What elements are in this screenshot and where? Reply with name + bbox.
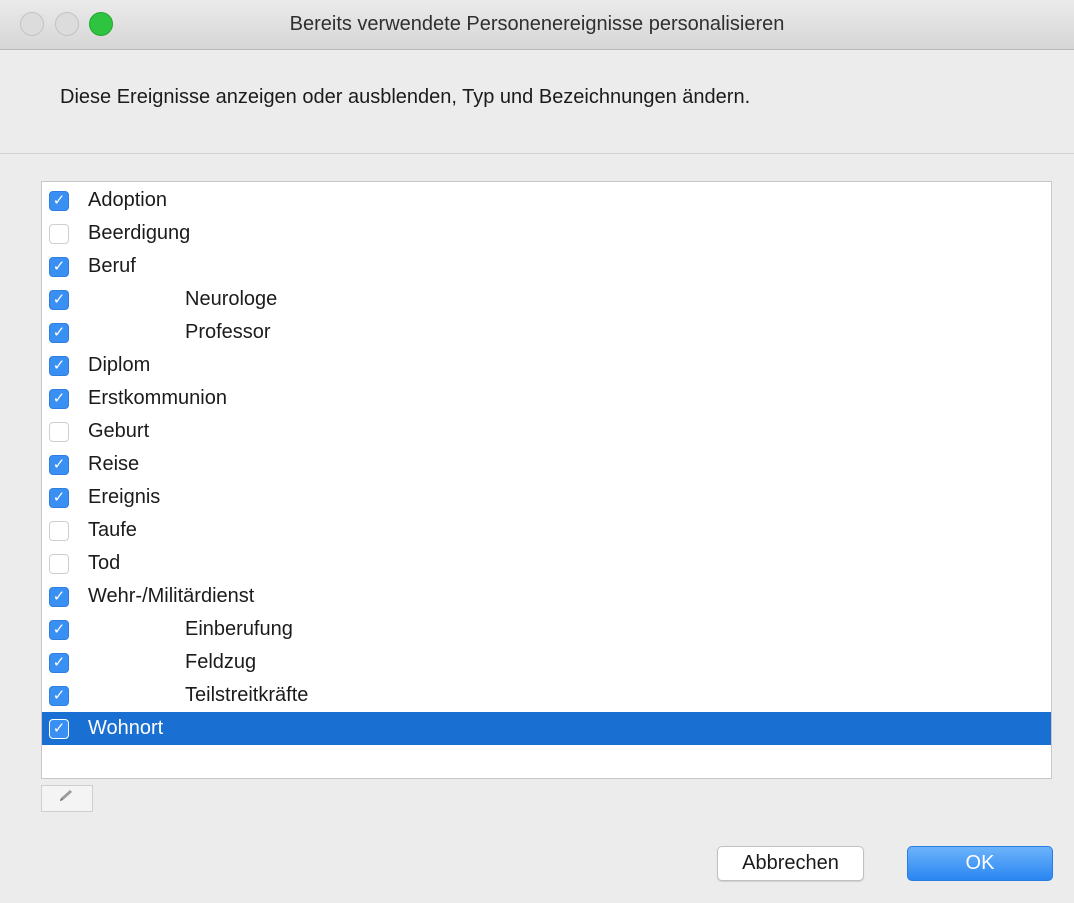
event-label: Beruf [88, 255, 136, 277]
event-checkbox[interactable]: ✓ [49, 487, 69, 508]
event-checkbox[interactable] [49, 553, 69, 574]
event-label: Wohnort [88, 717, 164, 739]
event-checkbox[interactable] [49, 421, 69, 442]
ok-button[interactable]: OK [907, 846, 1053, 881]
event-label: Diplom [88, 354, 151, 376]
event-checkbox[interactable]: ✓ [49, 454, 69, 475]
event-label: Neurologe [185, 288, 278, 310]
event-list[interactable]: ✓ Adoption Beerdigung ✓ Beruf ✓ Neurologe ✓ Prof… [41, 181, 1052, 779]
event-label: Tod [88, 552, 121, 574]
event-row[interactable]: ✓ Erstkommunion [42, 382, 1051, 415]
event-label: Erstkommunion [88, 387, 227, 409]
event-row[interactable]: ✓ Professor [42, 316, 1051, 349]
event-row[interactable]: Taufe [42, 514, 1051, 547]
cancel-button[interactable]: Abbrechen [717, 846, 864, 881]
event-label: Adoption [88, 189, 167, 211]
event-row[interactable]: ✓ Neurologe [42, 283, 1051, 316]
event-checkbox[interactable]: ✓ [49, 256, 69, 277]
pencil-icon [57, 788, 77, 809]
event-row[interactable]: Beerdigung [42, 217, 1051, 250]
event-checkbox[interactable]: ✓ [49, 619, 69, 640]
event-label: Wehr-/Militärdienst [88, 585, 255, 607]
title-bar: Bereits verwendete Personenereignisse pe… [0, 0, 1074, 50]
event-checkbox[interactable]: ✓ [49, 190, 69, 211]
event-checkbox[interactable] [49, 520, 69, 541]
description-text: Diese Ereignisse anzeigen oder ausblende… [60, 86, 751, 108]
event-checkbox[interactable]: ✓ [49, 586, 69, 607]
event-checkbox[interactable] [49, 223, 69, 244]
event-checkbox[interactable]: ✓ [49, 685, 69, 706]
event-row[interactable]: Tod [42, 547, 1051, 580]
event-row[interactable]: ✓ Diplom [42, 349, 1051, 382]
event-row[interactable]: ✓ Ereignis [42, 481, 1051, 514]
event-label: Professor [185, 321, 271, 343]
edit-button[interactable] [41, 785, 93, 812]
event-row[interactable]: Geburt [42, 415, 1051, 448]
event-label: Reise [88, 453, 140, 475]
event-row[interactable]: ✓ Wehr-/Militärdienst [42, 580, 1051, 613]
event-checkbox[interactable]: ✓ [49, 652, 69, 673]
event-checkbox[interactable]: ✓ [49, 289, 69, 310]
header-area: Diese Ereignisse anzeigen oder ausblende… [0, 50, 1074, 154]
event-row[interactable]: ✓ Feldzug [42, 646, 1051, 679]
event-checkbox[interactable]: ✓ [49, 718, 69, 739]
event-label: Einberufung [185, 618, 293, 640]
event-label: Ereignis [88, 486, 161, 508]
event-label: Geburt [88, 420, 150, 442]
event-label: Beerdigung [88, 222, 191, 244]
event-row[interactable]: ✓ Teilstreitkräfte [42, 679, 1051, 712]
event-checkbox[interactable]: ✓ [49, 388, 69, 409]
event-row[interactable]: ✓ Beruf [42, 250, 1051, 283]
event-row[interactable]: ✓ Wohnort [42, 712, 1051, 745]
event-row[interactable]: ✓ Reise [42, 448, 1051, 481]
event-label: Taufe [88, 519, 137, 541]
window-title: Bereits verwendete Personenereignisse pe… [289, 13, 785, 35]
event-checkbox[interactable]: ✓ [49, 355, 69, 376]
event-checkbox[interactable]: ✓ [49, 322, 69, 343]
event-label: Feldzug [185, 651, 257, 673]
event-label: Teilstreitkräfte [185, 684, 309, 706]
event-row[interactable]: ✓ Adoption [42, 184, 1051, 217]
event-row[interactable]: ✓ Einberufung [42, 613, 1051, 646]
